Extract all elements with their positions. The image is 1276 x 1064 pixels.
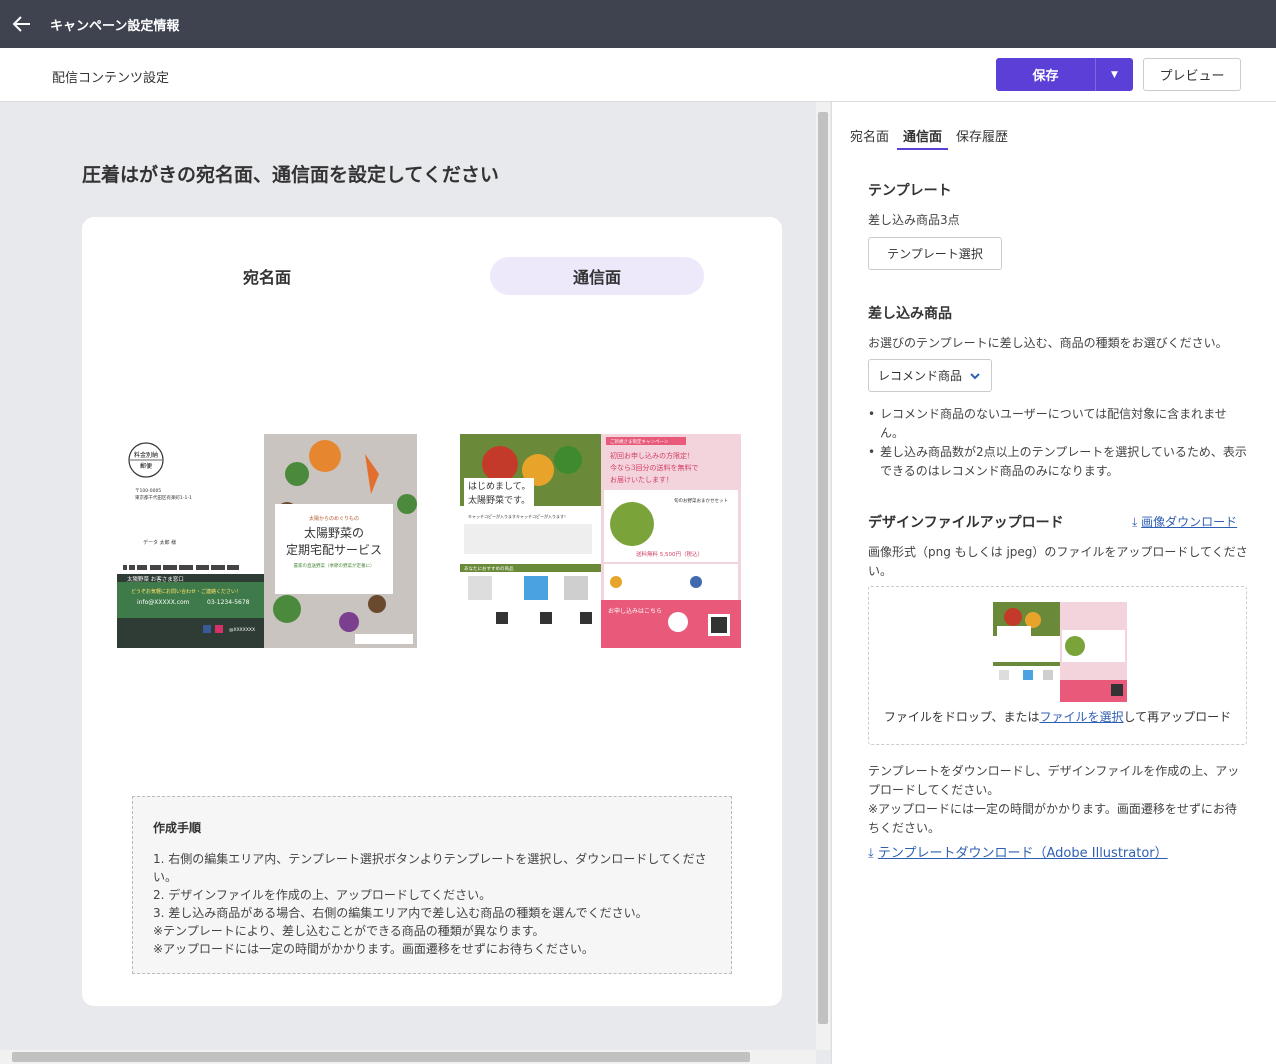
vertical-scrollbar[interactable] xyxy=(816,102,830,1050)
save-button[interactable]: 保存 xyxy=(996,58,1096,91)
step-item: ※テンプレートにより、差し込むことができる商品の種類が異なります。 xyxy=(153,924,545,938)
tab-message-side[interactable]: 通信面 xyxy=(490,257,704,295)
postcard-card: 宛名面 通信面 料金別納 郵便 〒100-0005 東京都千代田区有楽町1-1-… xyxy=(82,217,782,1006)
stamp-text-2: 郵便 xyxy=(140,462,152,470)
app-topbar: キャンペーン設定情報 xyxy=(0,0,1276,48)
sub-header: 配信コンテンツ設定 保存 ▼ プレビュー xyxy=(0,48,1276,102)
tab-message[interactable]: 通信面 xyxy=(897,122,949,150)
steps-title: 作成手順 xyxy=(153,821,202,835)
back-button[interactable] xyxy=(0,2,44,46)
address-line-1: 〒100-0005 xyxy=(135,488,161,494)
insert-desc: お選びのテンプレートに差し込む、商品の種類をお選びください。 xyxy=(868,336,1228,350)
recommend-title: あなたにおすすめの商品 xyxy=(464,565,514,572)
step-item: 3. 差し込み商品がある場合、右側の編集エリア内で差し込む商品の種類を選んでくだ… xyxy=(153,906,648,920)
company-name: 太陽野菜 お客さま窓口 xyxy=(127,575,184,583)
tab-address[interactable]: 宛名面 xyxy=(850,122,889,150)
editor-canvas: 圧着はがきの宛名面、通信面を設定してください 宛名面 通信面 料金別納 郵便 〒… xyxy=(0,102,816,1050)
template-select-button[interactable]: テンプレート選択 xyxy=(868,237,1002,270)
creation-steps: 作成手順 1. 右側の編集エリア内、テンプレート選択ボタンよりテンプレートを選択… xyxy=(132,796,732,974)
step-item: ※アップロードには一定の時間がかかります。画面遷移をせずにお待ちください。 xyxy=(153,942,594,956)
upload-dropzone[interactable]: ファイルをドロップ、またはファイルを選択して再アップロード xyxy=(868,586,1247,745)
template-heading: テンプレート xyxy=(868,183,952,199)
download-icon: ⤓ xyxy=(1132,515,1138,529)
address-line-2: 東京都千代田区有楽町1-1-1 xyxy=(135,494,192,501)
campaign-line-1: 初回お申し込みの方限定！ xyxy=(610,451,694,460)
upload-desc: 画像形式（png もしくは jpeg）のファイルをアップロードしてください。 xyxy=(868,545,1248,578)
apply-title: お申し込みはこちら xyxy=(608,607,662,615)
postcard-message-preview: はじめまして。 太陽野菜です。 キャッチコピーが入りますキャッチコピーが入ります… xyxy=(460,434,741,648)
chevron-down-icon xyxy=(970,372,980,379)
barcode xyxy=(123,565,239,570)
panel-tabs: 宛名面 通信面 保存履歴 xyxy=(850,122,1022,150)
stamp-text-1: 料金別納 xyxy=(134,451,158,459)
download-icon: ⤓ xyxy=(868,846,874,861)
step-item: 2. デザインファイルを作成の上、アップロードしてください。 xyxy=(153,888,492,902)
template-note-2: ※アップロードには一定の時間がかかります。画面遷移をせずにお待ちください。 xyxy=(868,802,1237,835)
note-item: 差し込み商品数が2点以上のテンプレートを選択しているため、表示できるのはレコメン… xyxy=(868,443,1248,481)
set-title: 旬のお野菜おまかせセット xyxy=(674,497,728,504)
insert-notes: レコメンド商品のないユーザーについては配信対象に含まれません。 差し込み商品数が… xyxy=(868,405,1248,481)
horizontal-scrollbar[interactable] xyxy=(0,1050,816,1064)
template-section: テンプレート xyxy=(868,180,952,200)
greeting-2: 太陽野菜です。 xyxy=(468,494,530,506)
template-download-link[interactable]: ⤓ テンプレートダウンロード（Adobe Illustrator） xyxy=(868,842,1168,861)
vertical-scroll-thumb[interactable] xyxy=(818,112,828,1024)
tab-history[interactable]: 保存履歴 xyxy=(956,122,1008,150)
settings-panel: 宛名面 通信面 保存履歴 テンプレート 差し込み商品3点 テンプレート選択 差し… xyxy=(831,102,1276,1064)
recipient-name: データ 太郎 様 xyxy=(143,539,176,546)
campaign-line-2: 今なら3回分の送料を無料で xyxy=(610,463,698,472)
cover-title-2: 定期宅配サービス xyxy=(286,542,382,557)
catch-copy: キャッチコピーが入りますキャッチコピーが入ります！ xyxy=(468,513,568,519)
cover-note: 農家の直送野菜（季節の野菜が定番に） xyxy=(294,562,375,569)
postcard-address-preview: 料金別納 郵便 〒100-0005 東京都千代田区有楽町1-1-1 データ 太郎… xyxy=(117,434,417,648)
contact-email: info@XXXXX.com xyxy=(137,599,190,606)
preview-button[interactable]: プレビュー xyxy=(1143,58,1241,91)
drop-instruction: ファイルをドロップ、またはファイルを選択して再アップロード xyxy=(869,708,1246,725)
cover-title-1: 太陽野菜の xyxy=(304,525,364,540)
price-label: 送料無料 5,500円（税込） xyxy=(636,550,703,558)
insert-product-select[interactable]: レコメンド商品 xyxy=(868,359,992,392)
greeting-1: はじめまして。 xyxy=(468,481,530,492)
file-select-link[interactable]: ファイルを選択 xyxy=(1039,710,1123,724)
uploaded-thumbnail xyxy=(993,602,1127,702)
address-side-image: 料金別納 郵便 〒100-0005 東京都千代田区有楽町1-1-1 データ 太郎… xyxy=(117,434,417,648)
message-side-image: はじめまして。 太陽野菜です。 キャッチコピーが入りますキャッチコピーが入ります… xyxy=(460,434,741,648)
insert-select-value: レコメンド商品 xyxy=(878,369,963,383)
campaign-tag: ご新規さま限定キャンペーン xyxy=(610,438,669,445)
save-button-group: 保存 ▼ xyxy=(996,58,1133,91)
page-title: キャンペーン設定情報 xyxy=(50,18,180,34)
template-desc: 差し込み商品3点 xyxy=(868,213,960,227)
section-title: 配信コンテンツ設定 xyxy=(52,71,170,86)
tab-address-side[interactable]: 宛名面 xyxy=(160,257,374,295)
campaign-line-3: お届けいたします！ xyxy=(610,476,673,484)
step-item: 1. 右側の編集エリア内、テンプレート選択ボタンよりテンプレートを選択し、ダウン… xyxy=(153,852,707,884)
horizontal-scroll-thumb[interactable] xyxy=(12,1052,750,1062)
cover-subtitle: 太陽からのめぐりもの xyxy=(309,515,359,522)
template-note-1: テンプレートをダウンロードし、デザインファイルを作成の上、アップロードしてくださ… xyxy=(868,764,1240,797)
drop-suffix: して再アップロード xyxy=(1123,710,1232,724)
note-item: レコメンド商品のないユーザーについては配信対象に含まれません。 xyxy=(868,405,1248,443)
back-arrow-icon xyxy=(12,16,30,32)
main-heading: 圧着はがきの宛名面、通信面を設定してください xyxy=(82,164,499,186)
insert-heading: 差し込み商品 xyxy=(868,306,952,322)
contact-note: どうぞお気軽にお問い合わせ・ご連絡ください！ xyxy=(131,588,241,595)
image-download-link[interactable]: ⤓ 画像ダウンロード xyxy=(1132,513,1237,530)
save-menu-button[interactable]: ▼ xyxy=(1096,58,1133,91)
upload-heading: デザインファイルアップロード xyxy=(868,515,1064,531)
contact-phone: 03-1234-5678 xyxy=(207,599,250,606)
drop-prefix: ファイルをドロップ、または xyxy=(883,710,1040,724)
social-handle: @XXXXXXX xyxy=(229,627,255,633)
caret-down-icon: ▼ xyxy=(1111,69,1118,80)
